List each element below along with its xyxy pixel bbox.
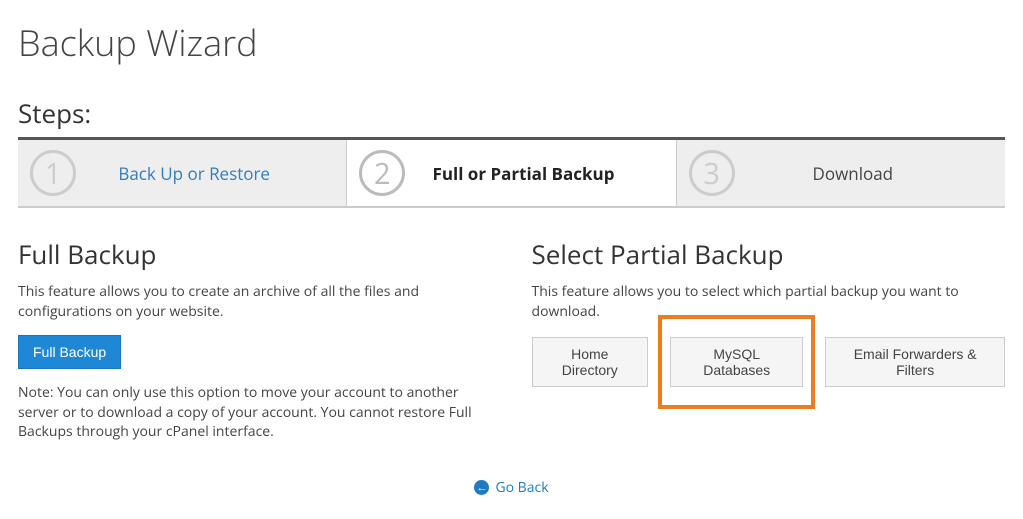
full-backup-section: Full Backup This feature allows you to c… — [18, 236, 492, 442]
arrow-left-circle-icon: ← — [474, 480, 489, 495]
go-back-label: Go Back — [495, 478, 548, 497]
step-2: 2 Full or Partial Backup — [346, 140, 676, 206]
full-backup-title: Full Backup — [18, 236, 492, 272]
partial-backup-title: Select Partial Backup — [532, 236, 1006, 272]
mysql-databases-button[interactable]: MySQL Databases — [670, 337, 803, 387]
step-3: 3 Download — [677, 140, 1005, 206]
full-backup-button[interactable]: Full Backup — [18, 335, 121, 369]
step-label: Back Up or Restore — [94, 162, 334, 185]
email-forwarders-button[interactable]: Email Forwarders & Filters — [825, 337, 1005, 387]
partial-backup-section: Select Partial Backup This feature allow… — [532, 236, 1006, 442]
home-directory-button[interactable]: Home Directory — [532, 337, 649, 387]
step-number-icon: 1 — [30, 150, 76, 196]
step-number-icon: 2 — [359, 150, 405, 196]
page-title: Backup Wizard — [18, 18, 1005, 67]
steps-bar: 1 Back Up or Restore 2 Full or Partial B… — [18, 137, 1005, 208]
go-back-link[interactable]: ← Go Back — [474, 478, 548, 497]
partial-backup-buttons: Home Directory MySQL Databases Email For… — [532, 335, 1006, 389]
step-label: Download — [753, 162, 993, 185]
full-backup-note: Note: You can only use this option to mo… — [18, 383, 492, 442]
step-1[interactable]: 1 Back Up or Restore — [18, 140, 346, 206]
step-number-icon: 3 — [689, 150, 735, 196]
step-label: Full or Partial Backup — [423, 162, 663, 185]
steps-heading: Steps: — [18, 95, 1005, 131]
full-backup-description: This feature allows you to create an arc… — [18, 282, 492, 321]
highlight-box: MySQL Databases — [658, 315, 815, 409]
